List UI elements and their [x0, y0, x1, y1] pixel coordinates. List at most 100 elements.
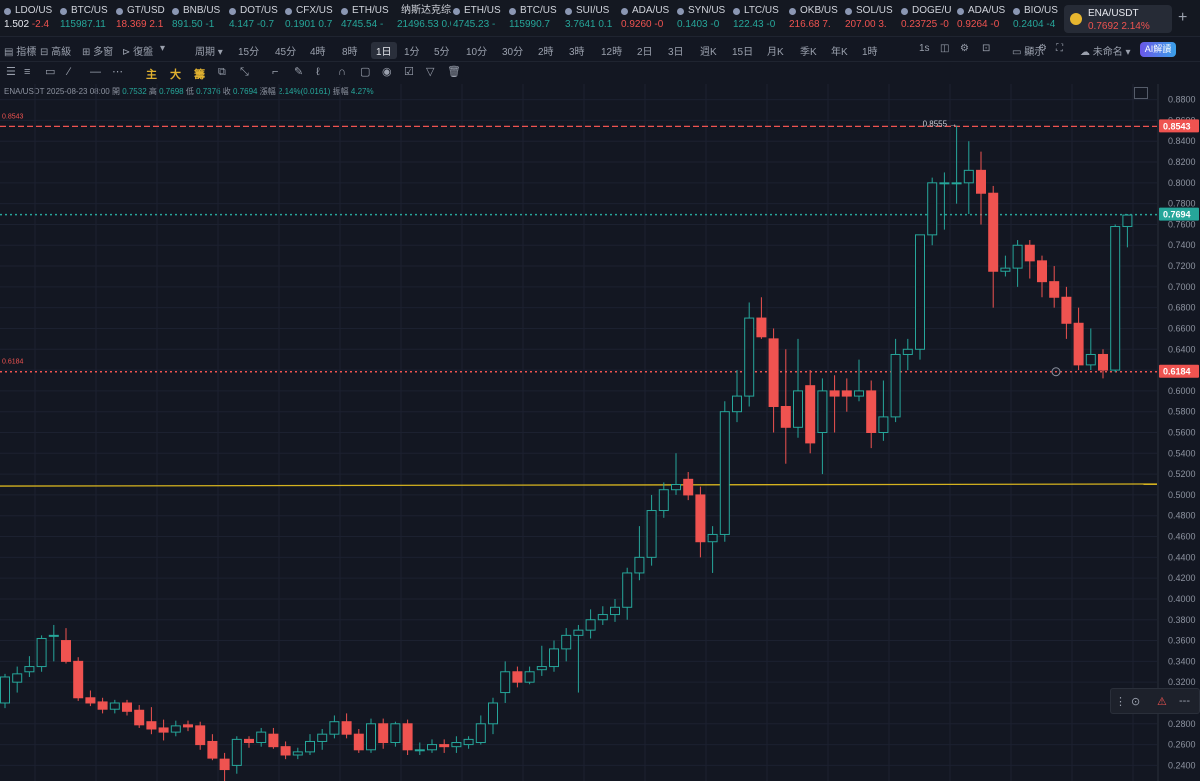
ticker-item[interactable]: BIO/US 0.2404 -4: [1013, 4, 1067, 34]
candle-body: [585, 619, 596, 631]
candle-body: [195, 725, 206, 746]
period-14[interactable]: 週K: [700, 43, 717, 58]
period-12[interactable]: 2日: [637, 43, 653, 58]
main-indicator-button[interactable]: 主: [146, 66, 157, 82]
period-4[interactable]: 1日: [371, 42, 397, 59]
ai-interpret-button[interactable]: AI解讀: [1140, 42, 1176, 57]
gear-icon[interactable]: ⚙: [1038, 43, 1047, 54]
more-icon[interactable]: ⋯: [112, 67, 123, 78]
chart-settings-icon[interactable]: [1134, 87, 1148, 99]
ticker-item[interactable]: OKB/US 216.68 7.: [789, 4, 843, 34]
add-tab-icon[interactable]: +: [1178, 9, 1187, 27]
lines-icon[interactable]: ≡: [24, 67, 30, 78]
candle-body: [671, 484, 681, 491]
ticker-item[interactable]: LDO/US 1.502 -2.4: [4, 4, 58, 34]
layout-icon[interactable]: ⊡: [982, 43, 990, 54]
candle-body: [597, 614, 608, 621]
hline-icon[interactable]: —: [90, 67, 101, 78]
chip-button[interactable]: 籌: [194, 66, 205, 82]
period-1[interactable]: 45分: [275, 43, 296, 58]
ticker-item[interactable]: ETH/US 4745.23 -: [453, 4, 507, 34]
fullscreen-icon[interactable]: ⛶: [1056, 43, 1063, 54]
brush-icon[interactable]: ℓ: [316, 67, 320, 78]
ticker-item[interactable]: BTC/US 115987.11: [60, 4, 114, 34]
period-select[interactable]: 周期 ▾: [195, 43, 223, 58]
period-8[interactable]: 30分: [502, 43, 523, 58]
eye-icon[interactable]: ◉: [382, 67, 392, 78]
indicator-button[interactable]: ▤ 指標: [4, 43, 36, 58]
ticker-price: 4745.23: [453, 19, 490, 30]
ticker-item[interactable]: ADA/US 0.9264 -0: [957, 4, 1011, 34]
trash-icon[interactable]: 🗑: [447, 67, 461, 78]
ticker-item[interactable]: 纳斯达克综合 21496.53 0.0: [397, 4, 451, 34]
period-2[interactable]: 4時: [310, 43, 326, 58]
camera-icon[interactable]: ◫: [940, 43, 949, 54]
line-left-label: 0.6184: [2, 359, 24, 366]
ticker-item[interactable]: BTC/US 115990.7: [509, 4, 563, 34]
ticker-item[interactable]: ADA/US 0.9260 -0: [621, 4, 675, 34]
period-0[interactable]: 15分: [238, 43, 259, 58]
ticker-item[interactable]: GT/USD 18.369 2.1: [116, 4, 170, 34]
ticker-item[interactable]: SYN/US 0.1403 -0: [677, 4, 731, 34]
ticker-item[interactable]: LTC/US 122.43 -0: [733, 4, 787, 34]
active-pair-card[interactable]: ENA/USDT 0.7692 2.14%: [1064, 5, 1172, 33]
period-16[interactable]: 月K: [767, 43, 784, 58]
period-17[interactable]: 季K: [800, 43, 817, 58]
replay-button[interactable]: ⊳ 復盤: [122, 43, 153, 58]
drag-handle-icon[interactable]: ⋮: [1115, 695, 1126, 708]
filter-icon[interactable]: ▽: [426, 67, 434, 78]
period-6[interactable]: 5分: [434, 43, 450, 58]
period-19[interactable]: 1時: [862, 43, 878, 58]
checkbox-icon[interactable]: ☑: [404, 67, 414, 78]
advanced-button[interactable]: ⊟ 高級: [40, 43, 71, 58]
high-marker: 0.8555 →: [923, 120, 958, 129]
candle-body: [366, 723, 376, 751]
candlestick-chart[interactable]: 0.24000.26000.28000.30000.32000.34000.36…: [0, 84, 1200, 781]
y-tick-label: 0.7200: [1168, 261, 1196, 271]
period-5[interactable]: 1分: [404, 43, 420, 58]
lock-icon[interactable]: ▢: [360, 67, 370, 78]
ticker-item[interactable]: BNB/US 891.50 -1: [172, 4, 226, 34]
period-dropdown[interactable]: ▾: [160, 43, 165, 54]
trendline-icon[interactable]: ∕: [68, 67, 70, 78]
y-tick-label: 0.4600: [1168, 532, 1196, 542]
period-13[interactable]: 3日: [668, 43, 684, 58]
alert-icon[interactable]: ⚠: [1157, 695, 1167, 708]
copy-icon[interactable]: ⧉: [218, 67, 226, 78]
candle-body: [0, 676, 10, 704]
period-9[interactable]: 2時: [538, 43, 554, 58]
candle-body: [1000, 267, 1011, 272]
magnet-icon[interactable]: ∩: [338, 67, 346, 78]
period-11[interactable]: 12時: [601, 43, 622, 58]
period-bar: ▤ 指標 ⊟ 高級 ⊞ 多窗 ⊳ 復盤 ▾ 周期 ▾ 15分 45分 4時 8時 1日 1…: [0, 38, 1200, 62]
cursor-icon[interactable]: ⤡: [240, 67, 249, 78]
interval-1s[interactable]: 1s: [919, 43, 930, 54]
ticker-item[interactable]: SOL/US 207.00 3.: [845, 4, 899, 34]
ticker-item[interactable]: SUI/US 3.7641 0.1: [565, 4, 619, 34]
ticker-item[interactable]: DOT/US 4.147 -0.7: [229, 4, 283, 34]
support-trendline: [0, 483, 1158, 487]
ticker-item[interactable]: DOGE/U 0.23725 -0: [901, 4, 955, 34]
multi-window-button[interactable]: ⊞ 多窗: [82, 43, 113, 58]
y-tick-label: 0.6600: [1168, 323, 1196, 333]
large-order-button[interactable]: 大: [170, 66, 181, 82]
period-15[interactable]: 15日: [732, 43, 753, 58]
ticker-symbol: LTC/US: [744, 5, 779, 16]
more-tools-icon[interactable]: ---: [1179, 695, 1190, 707]
candle-body: [524, 671, 535, 683]
period-3[interactable]: 8時: [342, 43, 358, 58]
magnet-tool-icon[interactable]: ⊙: [1131, 695, 1140, 708]
menu-icon[interactable]: ☰: [6, 67, 16, 78]
ticker-item[interactable]: CFX/US 0.1901 0.7: [285, 4, 339, 34]
period-7[interactable]: 10分: [466, 43, 487, 58]
candle-body: [500, 671, 511, 694]
period-18[interactable]: 年K: [831, 43, 848, 58]
settings-mini-icon[interactable]: ⚙: [960, 43, 969, 54]
period-10[interactable]: 3時: [569, 43, 585, 58]
candle-body: [780, 405, 791, 428]
layout-name-select[interactable]: ☁ 未命名 ▾: [1080, 43, 1131, 58]
pencil-icon[interactable]: ✎: [294, 67, 303, 78]
rectangle-icon[interactable]: ▭: [45, 67, 55, 78]
ticker-item[interactable]: ETH/US 4745.54 -: [341, 4, 395, 34]
crop-icon[interactable]: ⌐: [272, 67, 278, 78]
